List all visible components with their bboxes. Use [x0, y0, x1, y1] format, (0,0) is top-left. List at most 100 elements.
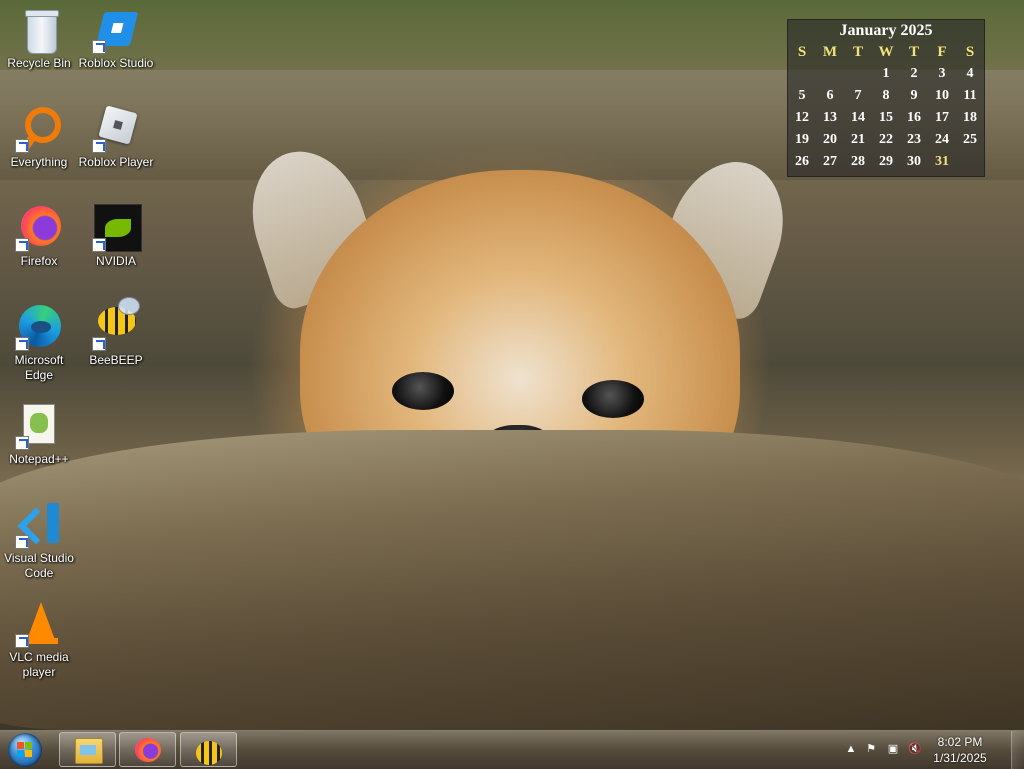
calendar-day[interactable]: 10	[928, 85, 956, 107]
desktop-icon-label: VLC media player	[9, 650, 69, 679]
calendar-day[interactable]: 12	[788, 107, 816, 129]
calendar-day[interactable]: 1	[872, 63, 900, 85]
desktop-icon-vscode[interactable]: Visual Studio Code	[0, 501, 78, 581]
calendar-day[interactable]: 25	[956, 129, 984, 151]
wallpaper-fox-eye-left	[392, 372, 454, 410]
calendar-day[interactable]: 6	[816, 85, 844, 107]
taskbar-clock[interactable]: 8:02 PM 1/31/2025	[920, 734, 1000, 766]
calendar-day[interactable]: 4	[956, 63, 984, 85]
desktop-icon-vlc[interactable]: VLC media player	[0, 600, 78, 680]
beebeep-icon	[98, 297, 140, 335]
calendar-day[interactable]: 15	[872, 107, 900, 129]
shortcut-arrow-icon	[92, 238, 106, 252]
shortcut-arrow-icon	[92, 139, 106, 153]
calendar-day[interactable]: 13	[816, 107, 844, 129]
calendar-day	[956, 151, 984, 173]
calendar-day[interactable]: 18	[956, 107, 984, 129]
action-center-flag-icon[interactable]: ⚑	[864, 742, 878, 756]
desktop-icon-label: Firefox	[20, 254, 58, 268]
calendar-day[interactable]: 3	[928, 63, 956, 85]
beebeep-icon	[196, 741, 222, 765]
calendar-weekday: M	[822, 44, 838, 60]
firefox-icon	[135, 738, 161, 762]
calendar-day[interactable]: 2	[900, 63, 928, 85]
calendar-day-grid: 1 2 3 4 5 6 7 8 9 10 11 12 13 14 15 16 17 18 19 20 21 22 23 24 2…	[788, 63, 984, 173]
desktop-icon-everything[interactable]: Everything	[0, 105, 78, 170]
desktop-icon-roblox-studio[interactable]: Roblox Studio	[77, 6, 155, 71]
shortcut-arrow-icon	[92, 40, 106, 54]
calendar-day[interactable]: 11	[956, 85, 984, 107]
calendar-day[interactable]: 21	[844, 129, 872, 151]
windows-logo-icon	[17, 742, 33, 758]
calendar-day	[788, 63, 816, 85]
calendar-day[interactable]: 8	[872, 85, 900, 107]
desktop-icon-label: Everything	[10, 155, 68, 169]
taskbar-button-firefox[interactable]	[119, 732, 176, 767]
taskbar-button-beebeep[interactable]	[180, 732, 237, 767]
calendar-gadget[interactable]: January 2025 SMTWTFS 1 2 3 4 5 6 7 8 9 10 11 12 13 14…	[787, 19, 985, 177]
desktop-icon-roblox-player[interactable]: Roblox Player	[77, 105, 155, 170]
desktop-icon-nvidia[interactable]: NVIDIA	[77, 204, 155, 269]
everything-icon	[25, 107, 61, 143]
calendar-day[interactable]: 17	[928, 107, 956, 129]
recycle-bin-icon	[25, 10, 59, 54]
taskbar-button-file-explorer[interactable]	[59, 732, 116, 767]
shortcut-arrow-icon	[15, 139, 29, 153]
calendar-day[interactable]: 14	[844, 107, 872, 129]
calendar-day[interactable]: 19	[788, 129, 816, 151]
calendar-day[interactable]: 29	[872, 151, 900, 173]
desktop-icon-notepadpp[interactable]: Notepad++	[0, 402, 78, 467]
desktop-icon-microsoft-edge[interactable]: Microsoft Edge	[0, 303, 78, 383]
shortcut-arrow-icon	[15, 535, 29, 549]
clock-date: 1/31/2025	[933, 751, 987, 765]
clock-time: 8:02 PM	[937, 735, 983, 749]
desktop-icon-firefox[interactable]: Firefox	[0, 204, 78, 269]
calendar-day[interactable]: 26	[788, 151, 816, 173]
calendar-day[interactable]: 28	[844, 151, 872, 173]
shortcut-arrow-icon	[15, 634, 29, 648]
network-icon[interactable]: ▣	[886, 742, 900, 756]
desktop-icon-label: BeeBEEP	[89, 353, 143, 367]
desktop-icon-label: Roblox Player	[78, 155, 154, 169]
calendar-day[interactable]: 22	[872, 129, 900, 151]
shortcut-arrow-icon	[92, 337, 106, 351]
shortcut-arrow-icon	[15, 337, 29, 351]
show-desktop-button[interactable]	[1011, 731, 1024, 769]
desktop-icon-label: Roblox Studio	[78, 56, 154, 70]
desktop-icon-recycle-bin[interactable]: Recycle Bin	[0, 6, 78, 71]
calendar-weekday: W	[878, 44, 894, 60]
calendar-day[interactable]: 27	[816, 151, 844, 173]
calendar-weekday-header: SMTWTFS	[788, 41, 984, 63]
calendar-day[interactable]: 5	[788, 85, 816, 107]
calendar-day-today[interactable]: 31	[928, 151, 956, 173]
desktop-icon-beebeep[interactable]: BeeBEEP	[77, 297, 155, 368]
shortcut-arrow-icon	[15, 436, 29, 450]
start-button[interactable]	[6, 733, 46, 767]
shortcut-arrow-icon	[15, 238, 29, 252]
calendar-weekday: T	[852, 44, 863, 60]
calendar-day[interactable]: 7	[844, 85, 872, 107]
calendar-day[interactable]: 24	[928, 129, 956, 151]
taskbar: ▲ ⚑ ▣ 🔇 8:02 PM 1/31/2025	[0, 730, 1024, 769]
wallpaper-log-bottom	[0, 430, 1024, 730]
desktop-icon-label: NVIDIA	[95, 254, 136, 268]
calendar-month-title: January 2025	[839, 22, 933, 39]
calendar-day[interactable]: 20	[816, 129, 844, 151]
wallpaper-fox-eye-right	[582, 380, 644, 418]
calendar-weekday: S	[797, 44, 807, 60]
calendar-day	[816, 63, 844, 85]
file-explorer-icon	[75, 738, 103, 764]
desktop-icon-label: Visual Studio Code	[4, 551, 74, 580]
calendar-weekday: S	[965, 44, 975, 60]
calendar-day[interactable]: 16	[900, 107, 928, 129]
vlc-icon	[24, 602, 58, 644]
show-hidden-icons-icon[interactable]: ▲	[844, 742, 858, 756]
desktop-icon-label: Notepad++	[9, 452, 69, 466]
calendar-day[interactable]: 23	[900, 129, 928, 151]
calendar-weekday: F	[937, 44, 947, 60]
calendar-day[interactable]: 9	[900, 85, 928, 107]
system-tray: ▲ ⚑ ▣ 🔇 8:02 PM 1/31/2025	[834, 731, 1024, 769]
calendar-day	[844, 63, 872, 85]
calendar-day[interactable]: 30	[900, 151, 928, 173]
desktop-icon-label: Microsoft Edge	[14, 353, 64, 382]
